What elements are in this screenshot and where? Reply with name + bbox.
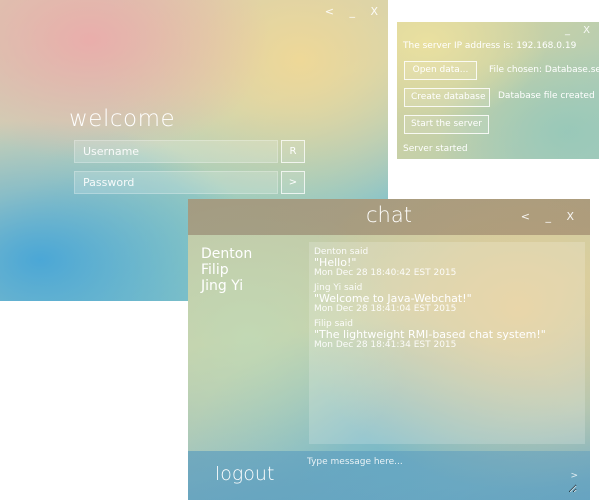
chat-message: Denton said "Hello!" Mon Dec 28 18:40:42… — [314, 247, 580, 278]
password-input[interactable]: Password — [74, 171, 278, 194]
close-button[interactable]: X — [583, 25, 595, 36]
back-button[interactable]: < — [325, 5, 340, 18]
minimize-button[interactable]: _ — [545, 210, 557, 223]
start-server-button[interactable]: Start the server — [404, 115, 489, 134]
chat-window-controls: < _ X — [521, 210, 580, 223]
message-text: "Hello!" — [314, 256, 357, 269]
chat-message: Jing Yi said "Welcome to Java-Webchat!" … — [314, 283, 580, 314]
close-button[interactable]: X — [370, 5, 384, 18]
chat-header: chat < _ X — [188, 199, 590, 235]
user-list-item[interactable]: Jing Yi — [201, 278, 252, 294]
server-status-label: Server started — [403, 144, 468, 154]
user-list-item[interactable]: Filip — [201, 262, 252, 278]
message-timestamp: Mon Dec 28 18:41:04 EST 2015 — [314, 304, 457, 314]
register-button[interactable]: R — [281, 140, 305, 163]
minimize-button[interactable]: _ — [565, 25, 575, 36]
username-input[interactable]: Username — [74, 140, 278, 163]
user-list: Denton Filip Jing Yi — [201, 246, 252, 294]
chat-window: chat < _ X Denton Filip Jing Yi Denton s… — [188, 199, 590, 500]
login-submit-button[interactable]: > — [281, 171, 305, 194]
minimize-button[interactable]: _ — [349, 5, 361, 18]
login-window-controls: < _ X — [325, 5, 384, 18]
back-button[interactable]: < — [521, 210, 536, 223]
message-timestamp: Mon Dec 28 18:41:34 EST 2015 — [314, 340, 457, 350]
create-database-button[interactable]: Create database — [404, 88, 490, 107]
welcome-title: welcome — [69, 106, 176, 132]
send-button[interactable]: > — [570, 471, 578, 481]
database-created-label: Database file created — [498, 91, 595, 101]
close-button[interactable]: X — [566, 210, 580, 223]
open-data-button[interactable]: Open data... — [404, 61, 477, 80]
message-history[interactable]: Denton said "Hello!" Mon Dec 28 18:40:42… — [309, 242, 585, 444]
message-input[interactable] — [307, 457, 577, 493]
chat-footer: logout > — [188, 451, 590, 500]
file-chosen-label: File chosen: Database.ser — [489, 65, 599, 75]
message-text: "Welcome to Java-Webchat!" — [314, 292, 472, 305]
message-timestamp: Mon Dec 28 18:40:42 EST 2015 — [314, 268, 457, 278]
user-list-item[interactable]: Denton — [201, 246, 252, 262]
logout-button[interactable]: logout — [215, 463, 274, 485]
server-window: _ X The server IP address is: 192.168.0.… — [397, 22, 599, 159]
server-window-controls: _ X — [565, 25, 595, 36]
message-text: "The lightweight RMI-based chat system!" — [314, 328, 546, 341]
chat-message: Filip said "The lightweight RMI-based ch… — [314, 319, 580, 350]
server-ip-label: The server IP address is: 192.168.0.19 — [403, 41, 577, 51]
